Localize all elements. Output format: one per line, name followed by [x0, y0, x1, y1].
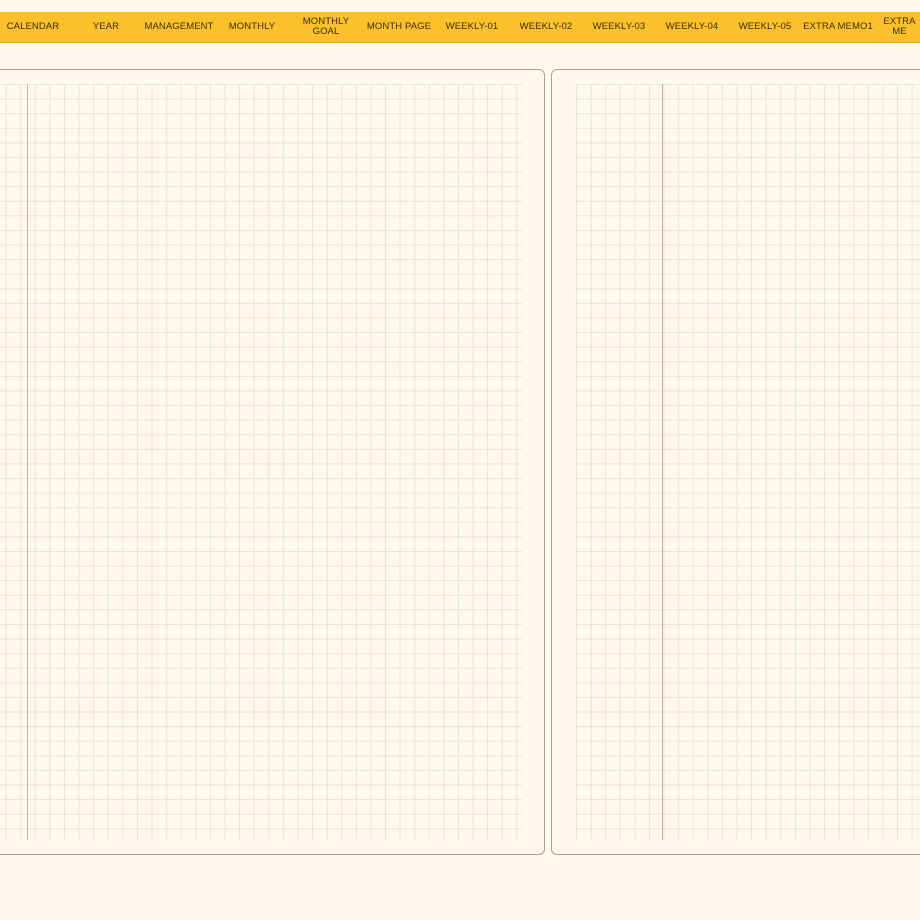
left-notebook-page[interactable]: [0, 69, 545, 855]
tab-management[interactable]: MANAGEMENT: [142, 12, 216, 42]
tab-monthly-goal[interactable]: MONTHLY GOAL: [290, 12, 362, 42]
tab-weekly-03[interactable]: WEEKLY-03: [583, 12, 655, 42]
tab-extra-memo2[interactable]: EXTRA ME: [876, 12, 920, 42]
margin-line: [662, 84, 663, 840]
top-tab-bar: CALENDAR YEAR MANAGEMENT MONTHLY MONTHLY…: [0, 12, 920, 43]
right-notebook-page[interactable]: [551, 69, 920, 855]
tab-year[interactable]: YEAR: [70, 12, 142, 42]
grid-paper: [576, 84, 920, 840]
grid-paper: [0, 84, 522, 840]
tab-calendar[interactable]: CALENDAR: [0, 12, 66, 42]
tab-weekly-04[interactable]: WEEKLY-04: [656, 12, 728, 42]
tab-weekly-05[interactable]: WEEKLY-05: [729, 12, 801, 42]
tab-weekly-01[interactable]: WEEKLY-01: [436, 12, 508, 42]
tab-monthly[interactable]: MONTHLY: [216, 12, 288, 42]
margin-line: [27, 84, 28, 840]
tab-month-page[interactable]: MONTH PAGE: [362, 12, 436, 42]
tab-weekly-02[interactable]: WEEKLY-02: [510, 12, 582, 42]
tab-extra-memo1[interactable]: EXTRA MEMO1: [802, 12, 874, 42]
